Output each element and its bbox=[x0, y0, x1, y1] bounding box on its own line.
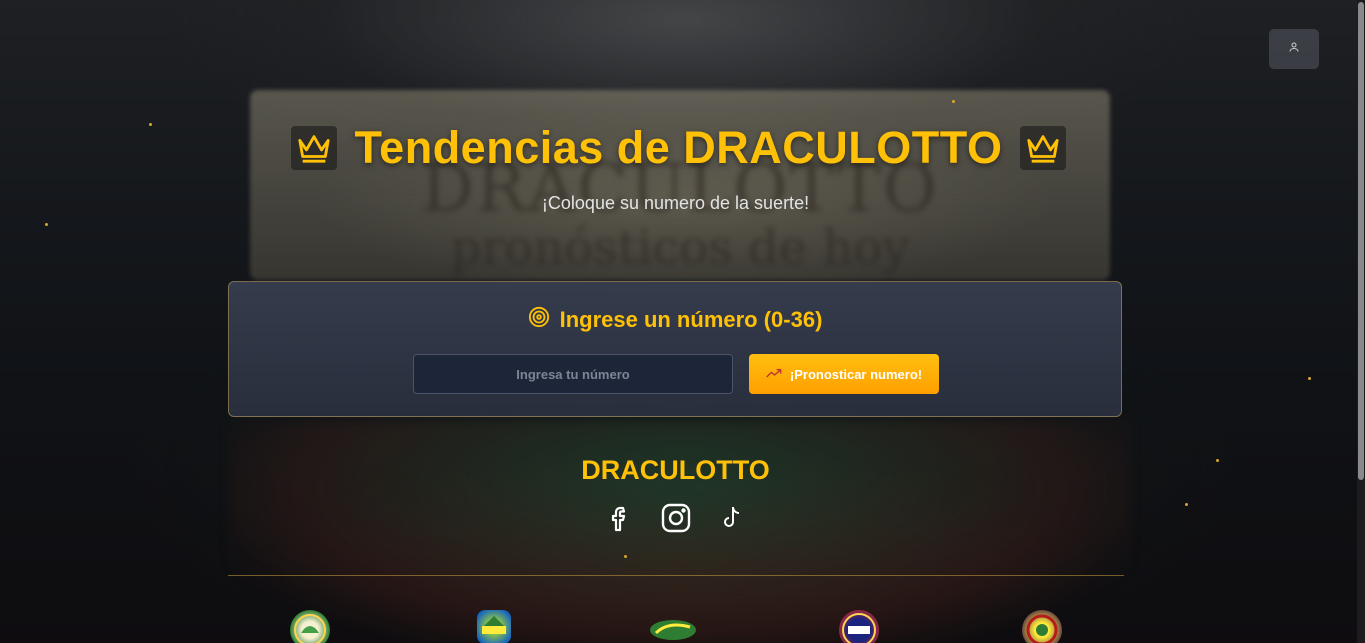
predict-button-label: ¡Pronosticar numero! bbox=[789, 366, 923, 382]
sparkle bbox=[1308, 377, 1311, 380]
page-title: Tendencias de DRACULOTTO bbox=[354, 122, 1003, 173]
lottery-logos bbox=[228, 610, 1124, 643]
lottery-logo-4-icon[interactable] bbox=[839, 610, 879, 643]
trending-up-icon bbox=[766, 367, 782, 382]
prediction-card: Ingrese un número (0-36) ¡Pronosticar nu… bbox=[228, 281, 1122, 417]
lottery-logo-3-icon[interactable] bbox=[648, 610, 698, 643]
background-banner-text-2: pronósticos de hoy bbox=[450, 220, 910, 276]
card-heading-text: Ingrese un número (0-36) bbox=[559, 307, 823, 332]
target-icon bbox=[528, 306, 550, 334]
scrollbar-thumb[interactable] bbox=[1358, 2, 1364, 480]
user-icon bbox=[1288, 40, 1300, 58]
number-input[interactable] bbox=[413, 354, 733, 394]
facebook-icon[interactable] bbox=[605, 502, 635, 534]
lottery-logo-1-icon[interactable] bbox=[290, 610, 330, 643]
lottery-logo-5-icon[interactable] bbox=[1022, 610, 1062, 643]
scrollbar[interactable] bbox=[1357, 0, 1365, 643]
card-heading: Ingrese un número (0-36) bbox=[229, 306, 1121, 334]
page-subtitle: ¡Coloque su numero de la suerte! bbox=[541, 193, 810, 213]
crown-icon bbox=[1020, 126, 1067, 170]
sparkle bbox=[45, 223, 48, 226]
sparkle bbox=[952, 100, 955, 103]
sparkle bbox=[624, 555, 627, 558]
footer-divider bbox=[228, 575, 1124, 576]
predict-button[interactable]: ¡Pronosticar numero! bbox=[749, 354, 939, 394]
instagram-icon[interactable] bbox=[661, 502, 691, 534]
tiktok-icon[interactable] bbox=[717, 502, 747, 534]
background-banner: DRACULOTTO pronósticos de hoy bbox=[250, 90, 1110, 280]
crown-icon bbox=[290, 126, 337, 170]
social-links bbox=[0, 502, 1351, 534]
lottery-logo-2-icon[interactable] bbox=[477, 610, 511, 643]
footer-brand: DRACULOTTO bbox=[581, 455, 770, 485]
user-account-button[interactable] bbox=[1269, 29, 1319, 69]
page-header: Tendencias de DRACULOTTO bbox=[0, 122, 1357, 174]
